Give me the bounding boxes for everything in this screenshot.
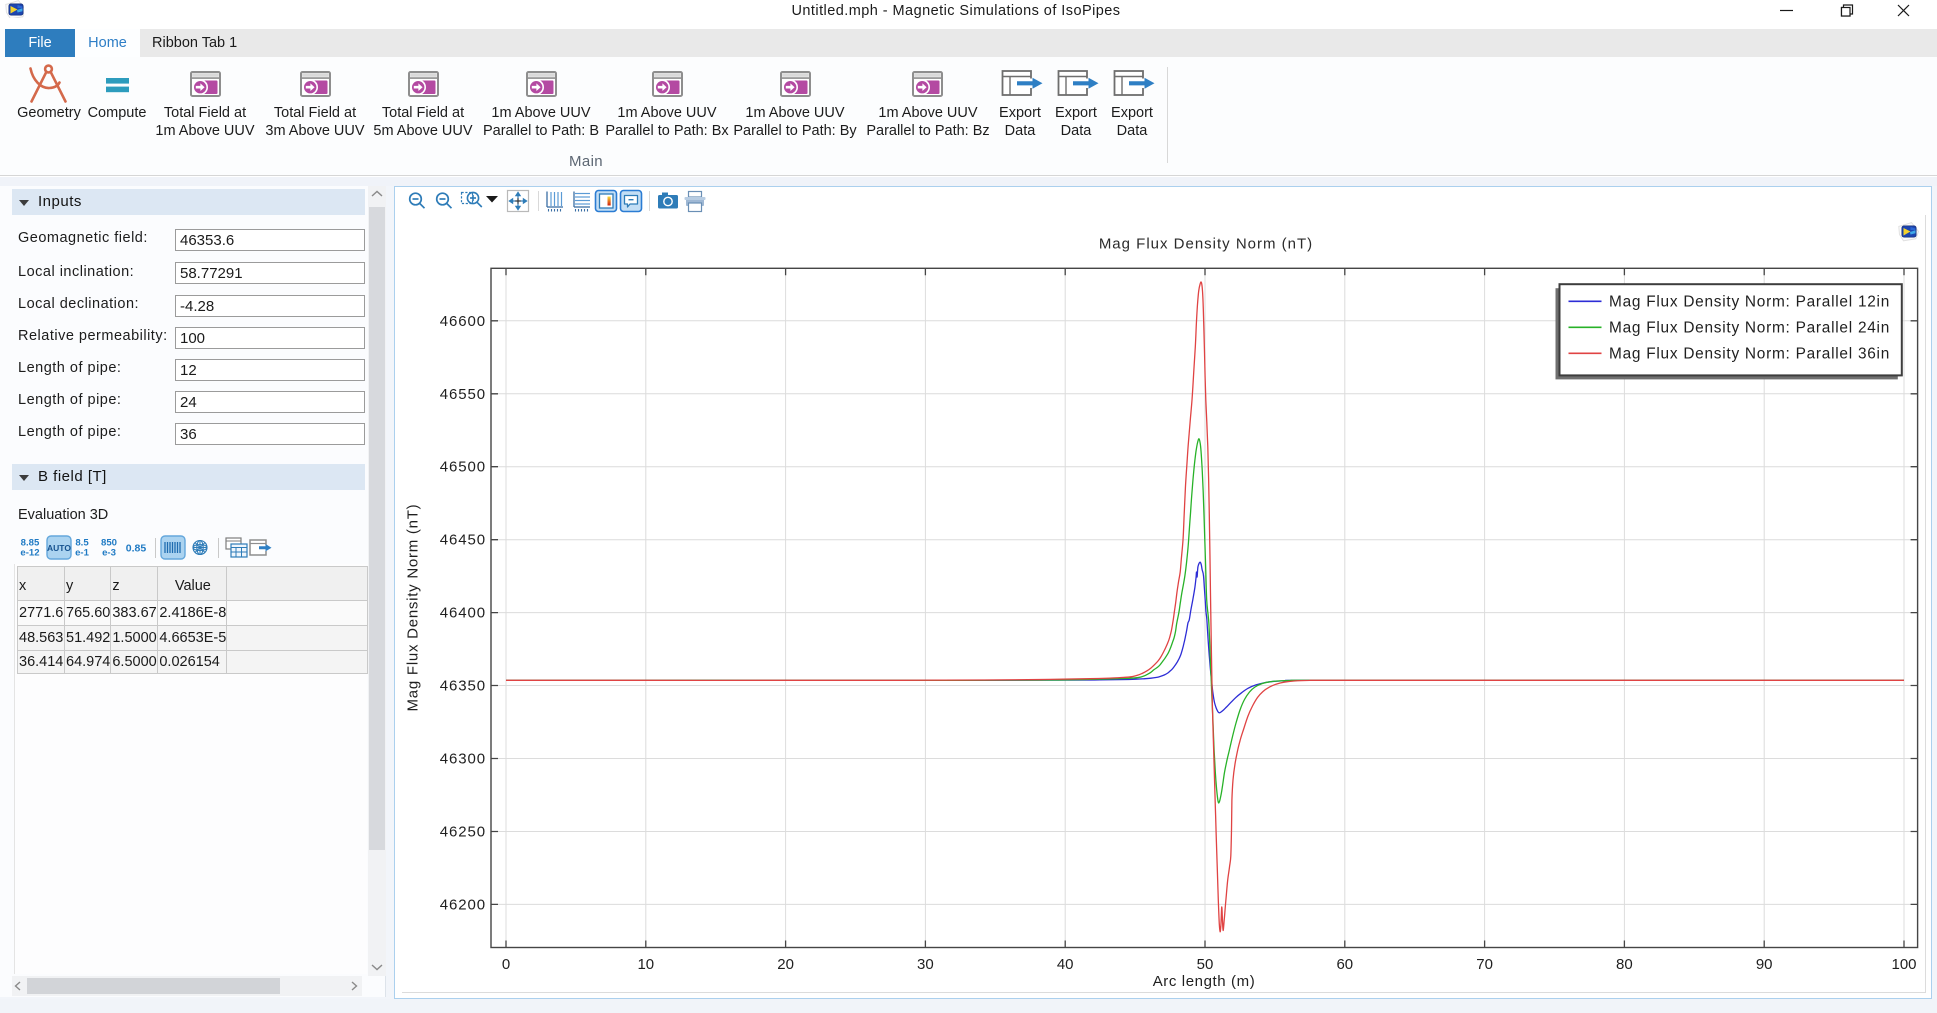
svg-text:80: 80 xyxy=(1616,956,1633,973)
svg-text:46550: 46550 xyxy=(440,386,486,403)
svg-text:AUTO: AUTO xyxy=(47,543,71,553)
svg-text:46350: 46350 xyxy=(440,678,486,695)
svg-text:50: 50 xyxy=(1197,956,1214,973)
svg-text:90: 90 xyxy=(1756,956,1773,973)
svg-text:46500: 46500 xyxy=(440,459,486,476)
svg-text:Mag Flux Density Norm: Paralle: Mag Flux Density Norm: Parallel 24in xyxy=(1609,320,1890,337)
svg-text:0: 0 xyxy=(502,956,510,973)
svg-text:20: 20 xyxy=(777,956,794,973)
svg-text:Mag Flux Density Norm (nT): Mag Flux Density Norm (nT) xyxy=(1099,236,1313,253)
svg-text:46600: 46600 xyxy=(440,313,486,330)
svg-text:70: 70 xyxy=(1476,956,1493,973)
svg-text:Mag Flux Density Norm: Paralle: Mag Flux Density Norm: Parallel 36in xyxy=(1609,346,1890,363)
svg-text:Mag Flux Density Norm (nT): Mag Flux Density Norm (nT) xyxy=(405,504,422,712)
svg-text:100: 100 xyxy=(1891,956,1916,973)
svg-text:46450: 46450 xyxy=(440,532,486,549)
svg-text:e-12: e-12 xyxy=(20,548,39,559)
svg-text:60: 60 xyxy=(1336,956,1353,973)
svg-text:e-1: e-1 xyxy=(75,548,90,559)
svg-text:Mag Flux Density Norm: Paralle: Mag Flux Density Norm: Parallel 12in xyxy=(1609,294,1890,311)
svg-text:46200: 46200 xyxy=(440,896,486,913)
svg-text:40: 40 xyxy=(1057,956,1074,973)
svg-text:0.85: 0.85 xyxy=(126,543,147,555)
svg-text:e-3: e-3 xyxy=(102,548,116,559)
svg-text:46400: 46400 xyxy=(440,605,486,622)
svg-text:30: 30 xyxy=(917,956,934,973)
svg-text:46250: 46250 xyxy=(440,824,486,841)
svg-text:Arc length (m): Arc length (m) xyxy=(1153,973,1256,990)
svg-text:46300: 46300 xyxy=(440,751,486,768)
svg-text:10: 10 xyxy=(637,956,654,973)
